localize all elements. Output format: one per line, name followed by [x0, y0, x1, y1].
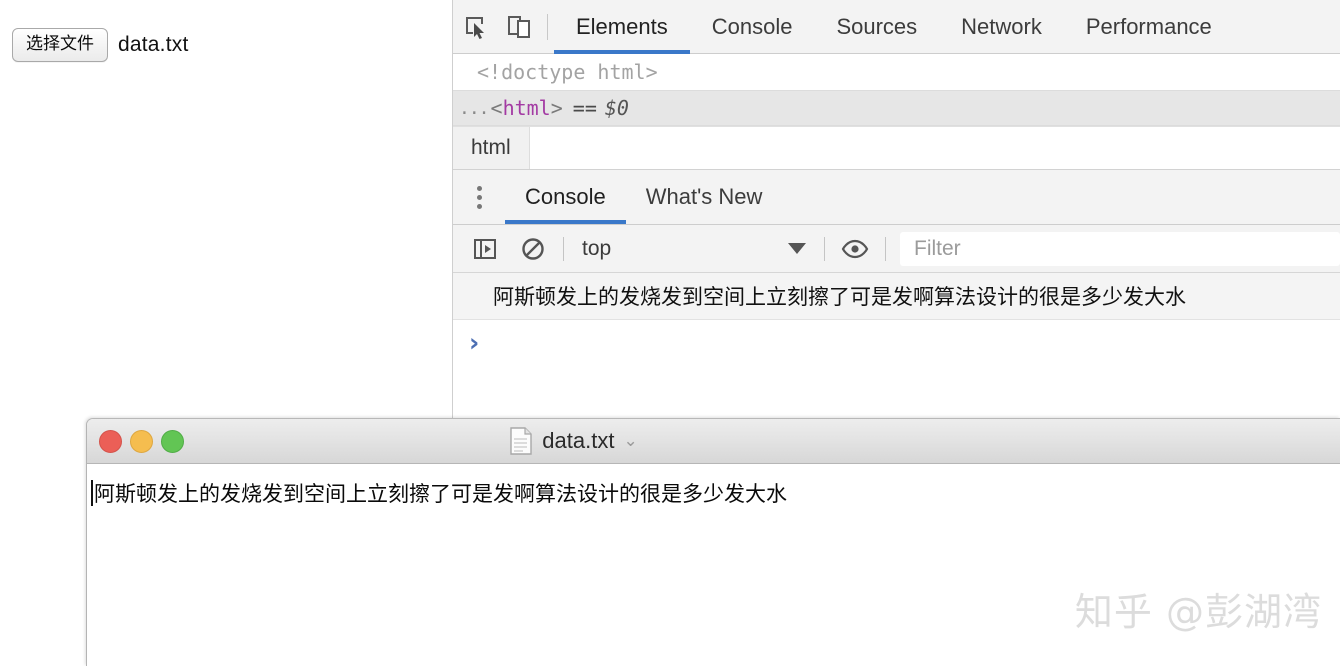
textedit-titlebar[interactable]: data.txt ⌄: [87, 419, 1340, 464]
console-filter-placeholder: Filter: [914, 236, 961, 260]
drawer-tab-console[interactable]: Console: [505, 170, 626, 224]
console-context-selector[interactable]: top: [570, 237, 818, 261]
breadcrumb-item-html[interactable]: html: [453, 127, 530, 169]
selected-file-name: data.txt: [118, 33, 189, 56]
window-traffic-lights: [99, 419, 184, 463]
tag-name-html: html: [502, 96, 551, 120]
textedit-title-group: data.txt ⌄: [509, 427, 638, 455]
devtools-panel: Elements Console Sources Network Perform…: [452, 0, 1340, 418]
textedit-title-label: data.txt: [542, 428, 615, 453]
toolbar-divider: [547, 13, 548, 40]
console-message[interactable]: 阿斯顿发上的发烧发到空间上立刻擦了可是发啊算法设计的很是多少发大水: [453, 273, 1340, 320]
console-sidebar-icon[interactable]: [461, 225, 509, 273]
dom-equals: ==: [572, 96, 597, 120]
choose-file-button[interactable]: 选择文件: [12, 28, 108, 62]
console-toolbar-divider: [563, 236, 564, 261]
doctype-text: <!doctype html>: [477, 60, 658, 84]
dom-expand-ellipsis[interactable]: ...: [455, 98, 491, 119]
drawer-tabbar: Console What's New: [453, 170, 1340, 225]
tab-elements[interactable]: Elements: [554, 0, 690, 54]
inspect-element-icon[interactable]: [453, 0, 497, 54]
kebab-dot: [476, 194, 482, 200]
console-context-label: top: [582, 236, 612, 260]
tag-close-angle: >: [550, 96, 563, 120]
textedit-text-line: 阿斯顿发上的发烧发到空间上立刻擦了可是发啊算法设计的很是多少发大水: [87, 478, 1340, 508]
clear-console-icon[interactable]: [509, 225, 557, 273]
close-window-button[interactable]: [99, 429, 122, 453]
kebab-dot: [476, 203, 482, 209]
chevron-down-icon: [788, 243, 806, 254]
console-message-text: 阿斯顿发上的发烧发到空间上立刻擦了可是发啊算法设计的很是多少发大水: [493, 285, 1186, 309]
devtools-main-tabbar: Elements Console Sources Network Perform…: [453, 0, 1340, 54]
document-icon: [509, 427, 533, 455]
maximize-window-button[interactable]: [161, 429, 184, 453]
console-output: 阿斯顿发上的发烧发到空间上立刻擦了可是发啊算法设计的很是多少发大水 ›: [453, 273, 1340, 364]
tab-performance-label: Performance: [1085, 13, 1212, 39]
drawer-tab-whats-new-label: What's New: [645, 184, 763, 209]
console-prompt-row[interactable]: ›: [453, 320, 1340, 364]
tab-sources-label: Sources: [836, 13, 918, 39]
breadcrumb-item-label: html: [471, 136, 511, 159]
chevron-down-icon[interactable]: ⌄: [623, 431, 637, 451]
screenshot-root: 选择文件 data.txt Elements Console Sources N…: [0, 0, 1340, 666]
live-expression-eye-icon[interactable]: [831, 225, 879, 273]
tag-open-angle: <: [490, 96, 503, 120]
drawer-tab-console-label: Console: [525, 184, 606, 209]
dom-row-doctype[interactable]: <!doctype html>: [453, 54, 1340, 90]
kebab-dot: [476, 185, 482, 191]
device-toolbar-icon[interactable]: [497, 0, 541, 54]
watermark: 知乎 @彭湖湾: [1074, 590, 1322, 634]
console-toolbar-divider: [824, 236, 825, 261]
tab-console[interactable]: Console: [690, 0, 815, 54]
console-toolbar: top Filter: [453, 225, 1340, 273]
dom-selected-ref: $0: [604, 96, 629, 120]
tab-console-label: Console: [711, 13, 793, 39]
textedit-text-content: 阿斯顿发上的发烧发到空间上立刻擦了可是发啊算法设计的很是多少发大水: [94, 482, 787, 506]
dom-row-html[interactable]: ... < html > == $0: [453, 90, 1340, 126]
minimize-window-button[interactable]: [130, 429, 153, 453]
tab-performance[interactable]: Performance: [1064, 0, 1234, 54]
devtools-tab-list: Elements Console Sources Network Perform…: [554, 0, 1234, 54]
dom-tree: <!doctype html> ... < html > == $0: [453, 54, 1340, 126]
breadcrumb: html: [453, 126, 1340, 170]
text-caret: [91, 480, 93, 506]
web-page-viewport: 选择文件 data.txt: [0, 0, 452, 418]
more-options-kebab-icon[interactable]: [453, 170, 505, 224]
tab-network-label: Network: [961, 13, 1042, 39]
drawer-tab-whats-new[interactable]: What's New: [626, 170, 783, 224]
console-filter-input[interactable]: Filter: [900, 231, 1340, 266]
tab-elements-label: Elements: [576, 13, 668, 39]
tab-sources[interactable]: Sources: [814, 0, 939, 54]
console-toolbar-divider: [885, 236, 886, 261]
console-prompt-chevron-icon: ›: [469, 327, 480, 357]
file-input-row: 选择文件 data.txt: [12, 28, 188, 62]
tab-network[interactable]: Network: [939, 0, 1064, 54]
